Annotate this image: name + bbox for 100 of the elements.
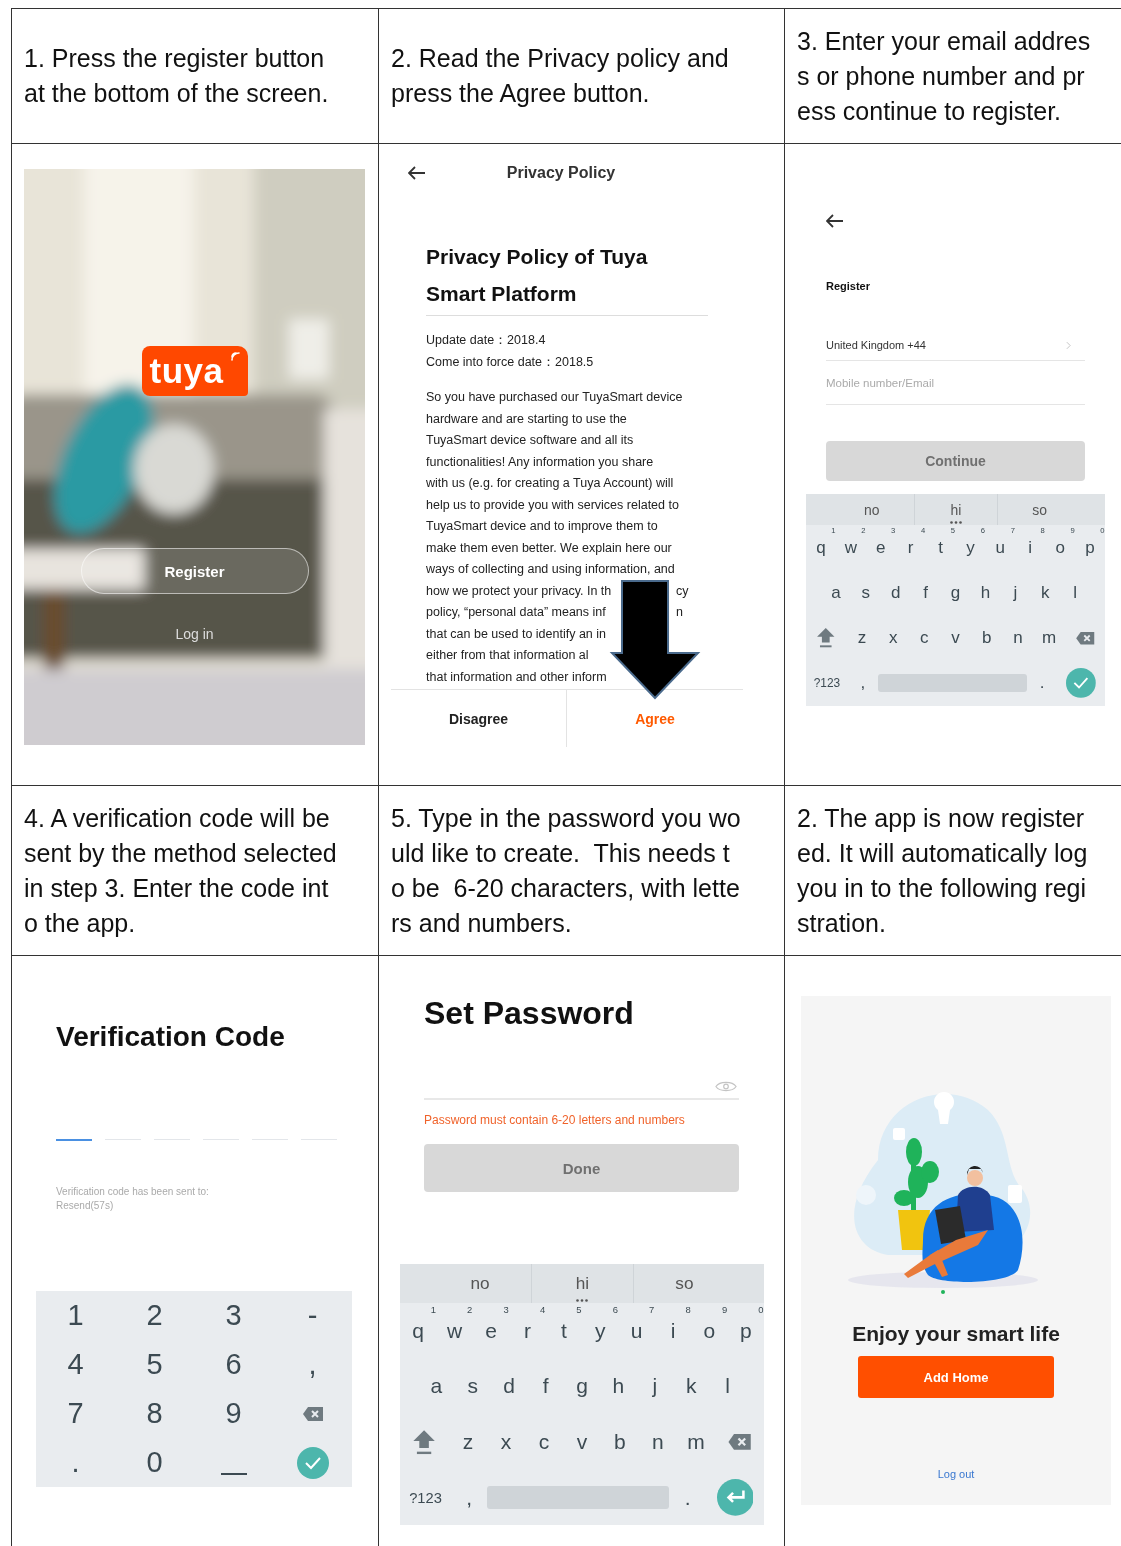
- keyboard-key[interactable]: a: [820, 570, 851, 616]
- keyboard-key[interactable]: r 4: [509, 1302, 546, 1359]
- suggestion-chip[interactable]: so: [632, 1264, 735, 1303]
- shift-icon: [412, 1428, 437, 1456]
- shift-icon: [816, 627, 836, 649]
- backspace-icon: [726, 1433, 753, 1451]
- keypad-key[interactable]: 6: [194, 1340, 273, 1389]
- keyboard-key[interactable]: e 3: [472, 1302, 510, 1359]
- period-key[interactable]: .: [669, 1469, 706, 1526]
- backspace-icon: [1074, 630, 1095, 646]
- keyboard-key[interactable]: a: [418, 1358, 455, 1415]
- symbols-key[interactable]: ?123: [400, 1469, 451, 1526]
- keyboard-key[interactable]: b: [600, 1414, 639, 1470]
- keyboard-key[interactable]: w 2: [436, 1302, 473, 1359]
- keyboard-key[interactable]: k: [673, 1358, 710, 1415]
- keyboard-key[interactable]: c: [525, 1414, 563, 1470]
- keypad-key[interactable]: 7: [36, 1389, 115, 1438]
- keyboard-key[interactable]: s: [454, 1358, 491, 1415]
- backspace-icon: [301, 1405, 324, 1422]
- keyboard-key[interactable]: l: [709, 1358, 746, 1415]
- policy-text: that can be used to identify an in: [426, 626, 606, 641]
- policy-text: either from that information al: [426, 648, 589, 662]
- keyboard-key[interactable]: m: [676, 1414, 715, 1470]
- keyboard-key[interactable]: y 6: [582, 1302, 619, 1359]
- keyboard-key[interactable]: v: [563, 1414, 601, 1470]
- comma-key[interactable]: ,: [450, 1469, 488, 1526]
- logout-link[interactable]: Log out: [937, 1468, 975, 1480]
- eye-icon[interactable]: [715, 1079, 737, 1093]
- keyboard-key[interactable]: c: [908, 615, 940, 661]
- keyboard-key[interactable]: z: [846, 615, 878, 661]
- step-text: 2. The app is now register ed. It will automatically log you in to the following regi stration.: [797, 802, 1088, 939]
- keyboard-key[interactable]: f: [527, 1358, 564, 1415]
- keyboard-key[interactable]: u 7: [618, 1302, 655, 1359]
- policy-text: make them even better. We explain here our: [426, 540, 672, 555]
- keyboard-key[interactable]: x: [877, 615, 909, 661]
- step-text: 1. Press the register button at the bottom of the screen.: [24, 43, 329, 109]
- enter-circle-icon: [716, 1479, 754, 1516]
- keypad-key[interactable]: 5: [115, 1340, 194, 1389]
- keypad-key[interactable]: 4: [36, 1340, 115, 1389]
- policy-heading: Privacy Policy of Tuya Smart Platform: [426, 238, 708, 316]
- back-arrow-icon[interactable]: [826, 214, 844, 228]
- keyboard-key[interactable]: v: [939, 615, 972, 661]
- keyboard-key[interactable]: s: [850, 570, 881, 616]
- keyboard-key[interactable]: m: [1033, 615, 1065, 661]
- back-arrow-icon[interactable]: [408, 166, 426, 180]
- keyboard-key[interactable]: x: [487, 1414, 526, 1470]
- keypad-key[interactable]: 0: [115, 1438, 194, 1487]
- keypad-key[interactable]: .: [36, 1438, 115, 1487]
- keyboard-key[interactable]: d: [880, 570, 911, 616]
- comma-key[interactable]: ,: [847, 660, 878, 706]
- period-key[interactable]: .: [1027, 660, 1058, 706]
- keyboard-key[interactable]: t 5: [545, 1302, 582, 1359]
- policy-text: n: [676, 604, 684, 621]
- keypad-key[interactable]: ,: [273, 1340, 352, 1389]
- keyboard-key[interactable]: q 1: [400, 1302, 437, 1359]
- step-text: 4. A verification code will be sent by the method selected in step 3. Enter the code int o the app.: [24, 802, 337, 939]
- register-button[interactable]: Register: [80, 548, 309, 594]
- keypad-key[interactable]: 3: [194, 1291, 273, 1340]
- keyboard-key[interactable]: n: [638, 1414, 677, 1470]
- keypad-key[interactable]: 2: [115, 1291, 194, 1340]
- keypad-key[interactable]: 9: [194, 1389, 273, 1438]
- space-bar[interactable]: [487, 1486, 670, 1510]
- keyboard-key[interactable]: i 8: [654, 1302, 692, 1359]
- suggestion-chip[interactable]: no: [829, 494, 914, 526]
- keyboard-key[interactable]: h: [970, 570, 1001, 616]
- keyboard-key[interactable]: j: [636, 1358, 673, 1415]
- keypad-key[interactable]: 1: [36, 1291, 115, 1340]
- keyboard-key[interactable]: g: [940, 570, 971, 616]
- policy-text: functionalities! Any information you share: [426, 454, 654, 469]
- login-link[interactable]: Log in: [175, 626, 214, 642]
- keyboard-key[interactable]: h: [600, 1358, 637, 1415]
- policy-text: help us to provide you with services related to: [426, 497, 679, 512]
- keyboard-key[interactable]: b: [971, 615, 1003, 661]
- keyboard-key[interactable]: f: [910, 570, 941, 616]
- keypad-key[interactable]: -: [273, 1291, 352, 1340]
- input-field[interactable]: Mobile number/Email: [826, 361, 1085, 405]
- step-text: 2. Read the Privacy policy and press the Agree button.: [391, 43, 729, 109]
- suggestion-chip[interactable]: hi: [531, 1264, 633, 1303]
- suggestion-chip[interactable]: so: [997, 494, 1082, 526]
- space-bar[interactable]: [877, 673, 1028, 693]
- keyboard-key[interactable]: n: [1002, 615, 1034, 661]
- suggestion-chip[interactable]: no: [429, 1264, 532, 1303]
- keyboard-key[interactable]: k: [1030, 570, 1061, 616]
- symbols-key[interactable]: ?123: [806, 660, 848, 706]
- keypad-key[interactable]: 8: [115, 1389, 194, 1438]
- policy-text: with us (e.g. for creating a Tuya Account) will: [426, 476, 674, 490]
- keyboard-key[interactable]: o 9: [691, 1302, 728, 1359]
- keyboard-key[interactable]: p 0: [727, 1302, 764, 1359]
- policy-text: ways of collecting and using information, and: [426, 562, 675, 576]
- disagree-button[interactable]: Disagree: [391, 690, 567, 747]
- keyboard-key[interactable]: l: [1060, 570, 1091, 616]
- date-text: Come into force date：2018.5: [426, 353, 595, 371]
- chevron-right-icon: [1066, 340, 1071, 350]
- keyboard-key[interactable]: z: [449, 1414, 488, 1470]
- keyboard-key[interactable]: d: [491, 1358, 528, 1415]
- suggestion-chip[interactable]: hi: [913, 494, 998, 526]
- screen-title: Set Password: [424, 994, 635, 1033]
- keyboard-key[interactable]: g: [563, 1358, 601, 1415]
- keyboard-key[interactable]: j: [1000, 570, 1031, 616]
- country-selector[interactable]: United Kingdom +44: [826, 330, 1085, 361]
